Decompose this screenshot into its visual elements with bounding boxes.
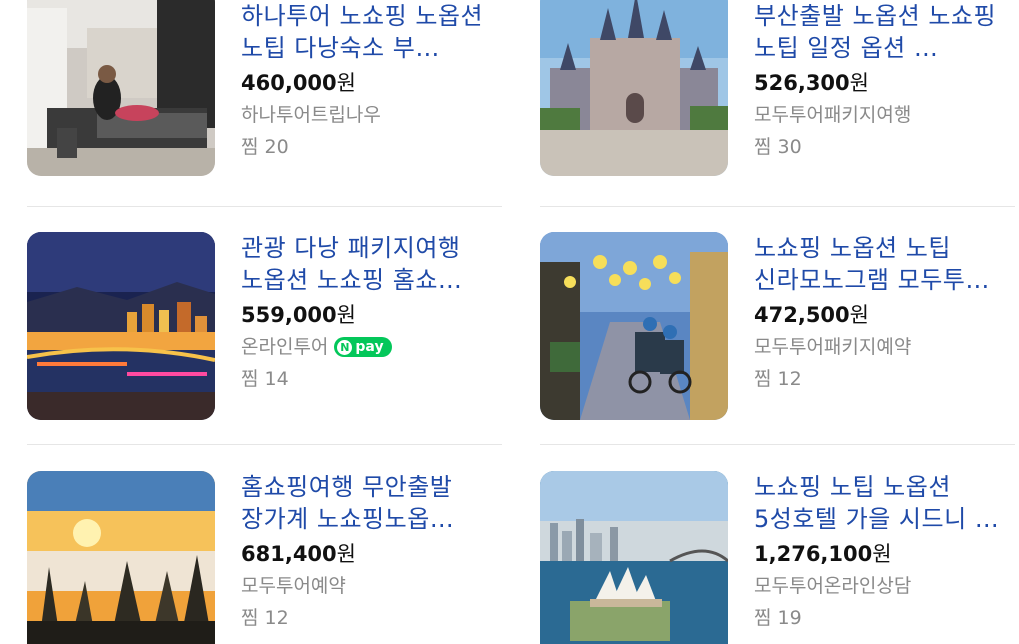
product-thumbnail-mountain[interactable] (27, 471, 215, 644)
sydney-harbour-photo (540, 471, 728, 644)
price-value: 1,276,100 (754, 542, 873, 566)
product-seller[interactable]: 모두투어패키지여행 (754, 99, 1016, 131)
seller-name: 모두투어패키지여행 (754, 104, 912, 126)
product-seller[interactable]: 모두투어예약 (241, 570, 503, 602)
npay-badge: Npay (334, 337, 392, 357)
npay-n-icon: N (337, 339, 353, 355)
product-title[interactable]: 하나투어 노쇼핑 노옵션 노팁 다낭숙소 부… (241, 0, 503, 64)
row-divider (27, 444, 502, 445)
product-price: 472,500원 (754, 299, 1016, 331)
castle-photo (540, 0, 728, 176)
product-seller[interactable]: 모두투어온라인상담 (754, 570, 1016, 602)
mountain-sunrise-photo (27, 471, 215, 644)
product-thumbnail-castle[interactable] (540, 0, 728, 176)
price-value: 526,300 (754, 71, 850, 95)
product-grid: 하나투어 노쇼핑 노옵션 노팁 다낭숙소 부… 460,000원 하나투어트립나… (0, 0, 1019, 644)
product-title[interactable]: 부산출발 노옵션 노쇼핑 노팁 일정 옵션 … (754, 0, 1016, 64)
price-currency: 원 (872, 542, 892, 566)
product-title[interactable]: 노쇼핑 노옵션 노팁 신라모노그램 모두투… (754, 232, 1016, 296)
seller-name: 모두투어예약 (241, 575, 346, 597)
product-card[interactable]: 관광 다낭 패키지여행 노옵션 노쇼핑 홈쇼… 559,000원 온라인투어 N… (27, 232, 503, 432)
product-zzim-count: 찜 12 (754, 368, 802, 390)
product-seller[interactable]: 온라인투어 Npay (241, 331, 503, 363)
row-divider (27, 206, 502, 207)
price-currency: 원 (336, 71, 356, 95)
price-currency: 원 (849, 71, 869, 95)
product-price: 526,300원 (754, 67, 1016, 99)
product-card[interactable]: 홈쇼핑여행 무안출발 장가계 노쇼핑노옵… 681,400원 모두투어예약 찜 … (27, 471, 503, 644)
npay-label: pay (355, 339, 384, 355)
product-card[interactable]: 노쇼핑 노팁 노옵션 5성호텔 가을 시드니 … 1,276,100원 모두투어… (540, 471, 1016, 644)
seller-name: 모두투어패키지예약 (754, 336, 912, 358)
product-thumbnail-city-night[interactable] (27, 232, 215, 420)
product-seller[interactable]: 모두투어패키지예약 (754, 331, 1016, 363)
seller-name: 모두투어온라인상담 (754, 575, 912, 597)
row-divider (540, 206, 1015, 207)
product-price: 559,000원 (241, 299, 503, 331)
price-value: 681,400 (241, 542, 337, 566)
product-title[interactable]: 홈쇼핑여행 무안출발 장가계 노쇼핑노옵… (241, 471, 503, 535)
price-value: 460,000 (241, 71, 337, 95)
product-zzim-count: 찜 12 (241, 607, 289, 629)
spa-massage-photo (27, 0, 215, 176)
product-info: 노쇼핑 노팁 노옵션 5성호텔 가을 시드니 … 1,276,100원 모두투어… (754, 471, 1016, 634)
product-price: 460,000원 (241, 67, 503, 99)
product-zzim-count: 찜 20 (241, 136, 289, 158)
seller-name: 하나투어트립나우 (241, 104, 381, 126)
product-info: 노쇼핑 노옵션 노팁 신라모노그램 모두투… 472,500원 모두투어패키지예… (754, 232, 1016, 395)
product-seller[interactable]: 하나투어트립나우 (241, 99, 503, 131)
product-title[interactable]: 관광 다낭 패키지여행 노옵션 노쇼핑 홈쇼… (241, 232, 503, 296)
product-thumbnail-sydney[interactable] (540, 471, 728, 644)
product-info: 하나투어 노쇼핑 노옵션 노팁 다낭숙소 부… 460,000원 하나투어트립나… (241, 0, 503, 163)
seller-name: 온라인투어 (241, 336, 329, 358)
product-zzim-count: 찜 30 (754, 136, 802, 158)
product-zzim-count: 찜 19 (754, 607, 802, 629)
product-thumbnail-spa[interactable] (27, 0, 215, 176)
product-info: 홈쇼핑여행 무안출발 장가계 노쇼핑노옵… 681,400원 모두투어예약 찜 … (241, 471, 503, 634)
city-night-photo (27, 232, 215, 420)
lantern-street-photo (540, 232, 728, 420)
price-value: 559,000 (241, 303, 337, 327)
row-divider (540, 444, 1015, 445)
product-card[interactable]: 노쇼핑 노옵션 노팁 신라모노그램 모두투… 472,500원 모두투어패키지예… (540, 232, 1016, 432)
price-currency: 원 (336, 303, 356, 327)
price-currency: 원 (849, 303, 869, 327)
price-value: 472,500 (754, 303, 850, 327)
product-card[interactable]: 하나투어 노쇼핑 노옵션 노팁 다낭숙소 부… 460,000원 하나투어트립나… (27, 0, 503, 188)
product-price: 681,400원 (241, 538, 503, 570)
product-info: 부산출발 노옵션 노쇼핑 노팁 일정 옵션 … 526,300원 모두투어패키지… (754, 0, 1016, 163)
product-title[interactable]: 노쇼핑 노팁 노옵션 5성호텔 가을 시드니 … (754, 471, 1016, 535)
product-zzim-count: 찜 14 (241, 368, 289, 390)
product-info: 관광 다낭 패키지여행 노옵션 노쇼핑 홈쇼… 559,000원 온라인투어 N… (241, 232, 503, 395)
product-price: 1,276,100원 (754, 538, 1016, 570)
product-thumbnail-lantern-street[interactable] (540, 232, 728, 420)
product-card[interactable]: 부산출발 노옵션 노쇼핑 노팁 일정 옵션 … 526,300원 모두투어패키지… (540, 0, 1016, 188)
price-currency: 원 (336, 542, 356, 566)
